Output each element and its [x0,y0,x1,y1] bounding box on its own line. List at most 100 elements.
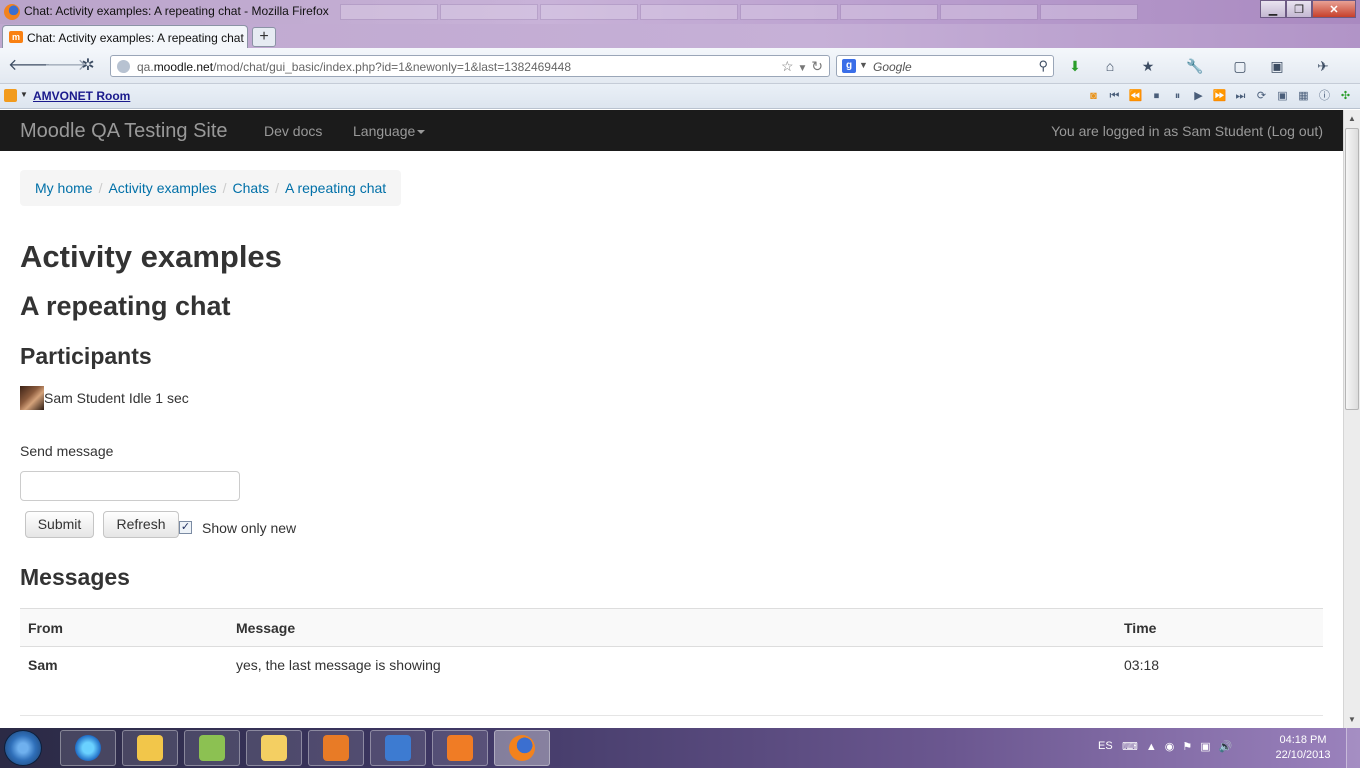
bookmark-star-icon[interactable]: ☆ [781,58,794,74]
taskbar-notepad[interactable] [184,730,240,766]
taskbar-remote-assist[interactable] [370,730,426,766]
url-bar[interactable]: qa.moodle.net/mod/chat/gui_basic/index.p… [110,55,830,77]
new-tab-button[interactable]: + [252,27,276,47]
language-indicator[interactable]: ES [1098,740,1113,752]
calendar-icon[interactable]: ▦ [1295,88,1312,105]
site-identity-icon[interactable] [117,60,130,73]
taskbar-internet-explorer[interactable] [60,730,116,766]
taskbar-explorer[interactable] [246,730,302,766]
show-only-new-label: Show only new [202,520,297,536]
clock-date: 22/10/2013 [1275,749,1331,761]
taskbar-xampp[interactable] [432,730,488,766]
send-message-label: Send message [20,443,114,459]
tools-icon[interactable]: 🔧 [1186,57,1204,75]
stop-icon[interactable]: ⏹ [1148,88,1165,105]
fast-forward-icon[interactable]: ⏩ [1211,88,1228,105]
window-title: Chat: Activity examples: A repeating cha… [24,4,329,18]
page-viewport: Moodle QA Testing Site Dev docs Language… [0,110,1343,728]
moodle-favicon-icon: m [9,31,23,43]
message-time: 03:18 [1116,646,1323,684]
download-icon[interactable]: ⬇ [1066,57,1084,75]
reload-icon[interactable]: ↻ [811,58,823,74]
rss-dropdown-icon[interactable]: ▼ [20,90,28,99]
search-bar[interactable]: g ▼ Google ⚲ [836,55,1054,77]
breadcrumb-chats[interactable]: Chats [233,180,270,196]
network-icon[interactable]: ✣ [1337,88,1354,105]
search-input[interactable]: Google [873,60,912,74]
language-menu[interactable]: Language [353,123,426,139]
site-name-link[interactable]: Moodle QA Testing Site [20,120,228,143]
taskbar-outlook[interactable] [122,730,178,766]
table-row: Sam yes, the last message is showing 03:… [20,646,1323,684]
extension-icon[interactable]: ✈ [1314,57,1332,75]
window-titlebar: Chat: Activity examples: A repeating cha… [0,0,1360,24]
tab-chat[interactable]: m Chat: Activity examples: A repeating c… [2,25,248,48]
remote-icon [385,735,411,761]
maximize-button[interactable]: ❐ [1286,0,1312,18]
table-header-row: From Message Time [20,608,1323,647]
minimize-button[interactable]: ▁ [1260,0,1286,18]
feed-icon[interactable]: ◙ [1085,88,1102,105]
mail-icon [137,735,163,761]
download-manager-icon[interactable]: ▣ [1274,88,1291,105]
skip-end-icon[interactable]: ⏭ [1232,88,1249,105]
breadcrumb: My home / Activity examples / Chats / A repeat… [20,170,402,206]
window-controls: ▁ ❐ ✕ [1260,0,1356,18]
submit-button[interactable]: Submit [25,511,94,538]
refresh-icon[interactable]: ⟳ [1253,88,1270,105]
message-from: Sam [20,646,228,684]
message-input[interactable] [20,471,240,501]
refresh-button[interactable]: Refresh [103,511,179,538]
clock[interactable]: 04:18 PM 22/10/2013 [1272,733,1334,763]
messages-table: From Message Time Sam yes, the last mess… [20,608,1323,684]
bookmark-amvonet-room[interactable]: AMVONET Room [33,89,130,103]
moodle-navbar: Moodle QA Testing Site Dev docs Language… [0,110,1343,151]
window-icon[interactable]: ▣ [1268,57,1286,75]
taskbar-firefox[interactable] [494,730,550,766]
url-actions: ☆ ▼ ↻ [781,58,823,75]
column-from: From [20,608,228,647]
skip-start-icon[interactable]: ⏮ [1106,88,1123,105]
caret-down-icon [417,130,426,135]
taskbar-media-player[interactable] [308,730,364,766]
addon-icon[interactable]: ✲ [78,56,98,76]
url-text[interactable]: qa.moodle.net/mod/chat/gui_basic/index.p… [137,60,571,74]
search-engine-dropdown-icon[interactable]: ▼ [859,60,868,70]
pause-icon[interactable]: ⏸ [1169,88,1186,105]
breadcrumb-activity-examples[interactable]: Activity examples [108,180,216,196]
breadcrumb-repeating-chat[interactable]: A repeating chat [285,180,386,196]
breadcrumb-my-home[interactable]: My home [35,180,93,196]
avatar[interactable] [20,386,44,410]
tab-title: Chat: Activity examples: A repeating cha… [27,31,244,45]
dev-docs-link[interactable]: Dev docs [264,123,322,139]
rss-icon[interactable] [4,89,17,102]
google-icon[interactable]: g [842,59,856,73]
sidebar-icon[interactable]: ▢ [1231,57,1249,75]
search-icon[interactable]: ⚲ [1038,58,1048,74]
chat-heading: A repeating chat [20,291,231,321]
start-button[interactable] [4,730,42,766]
play-icon[interactable]: ▶ [1190,88,1207,105]
scrollbar-thumb[interactable] [1345,128,1359,410]
messages-heading: Messages [20,564,130,590]
history-dropdown-icon[interactable]: ▼ [797,63,807,74]
forward-button[interactable]: 🡒 [44,56,87,76]
bookmarks-icon[interactable]: ★ [1139,57,1157,75]
close-button[interactable]: ✕ [1312,0,1356,18]
course-heading: Activity examples [20,239,282,274]
vertical-scrollbar[interactable]: ▲ ▼ [1343,110,1360,728]
media-controls: ◙ ⏮ ⏪ ⏹ ⏸ ▶ ⏩ ⏭ ⟳ ▣ ▦ ⓘ ✣ [1085,88,1354,105]
firefox-taskbar-icon [509,735,535,761]
system-tray-icons[interactable]: ⌨▲◉⚑▣🔊 [1122,740,1240,753]
show-desktop-button[interactable] [1346,728,1360,768]
home-icon[interactable]: ⌂ [1101,57,1119,75]
scroll-down-icon[interactable]: ▼ [1344,711,1360,728]
windows-taskbar: ES ⌨▲◉⚑▣🔊 04:18 PM 22/10/2013 [0,728,1360,768]
login-info[interactable]: You are logged in as Sam Student (Log ou… [1051,123,1323,139]
column-message: Message [228,608,1116,647]
scroll-up-icon[interactable]: ▲ [1344,110,1360,127]
back-button[interactable]: 🡐 [8,56,51,76]
show-only-new-checkbox[interactable]: ✓ [179,521,192,534]
rewind-icon[interactable]: ⏪ [1127,88,1144,105]
info-icon[interactable]: ⓘ [1316,88,1333,105]
